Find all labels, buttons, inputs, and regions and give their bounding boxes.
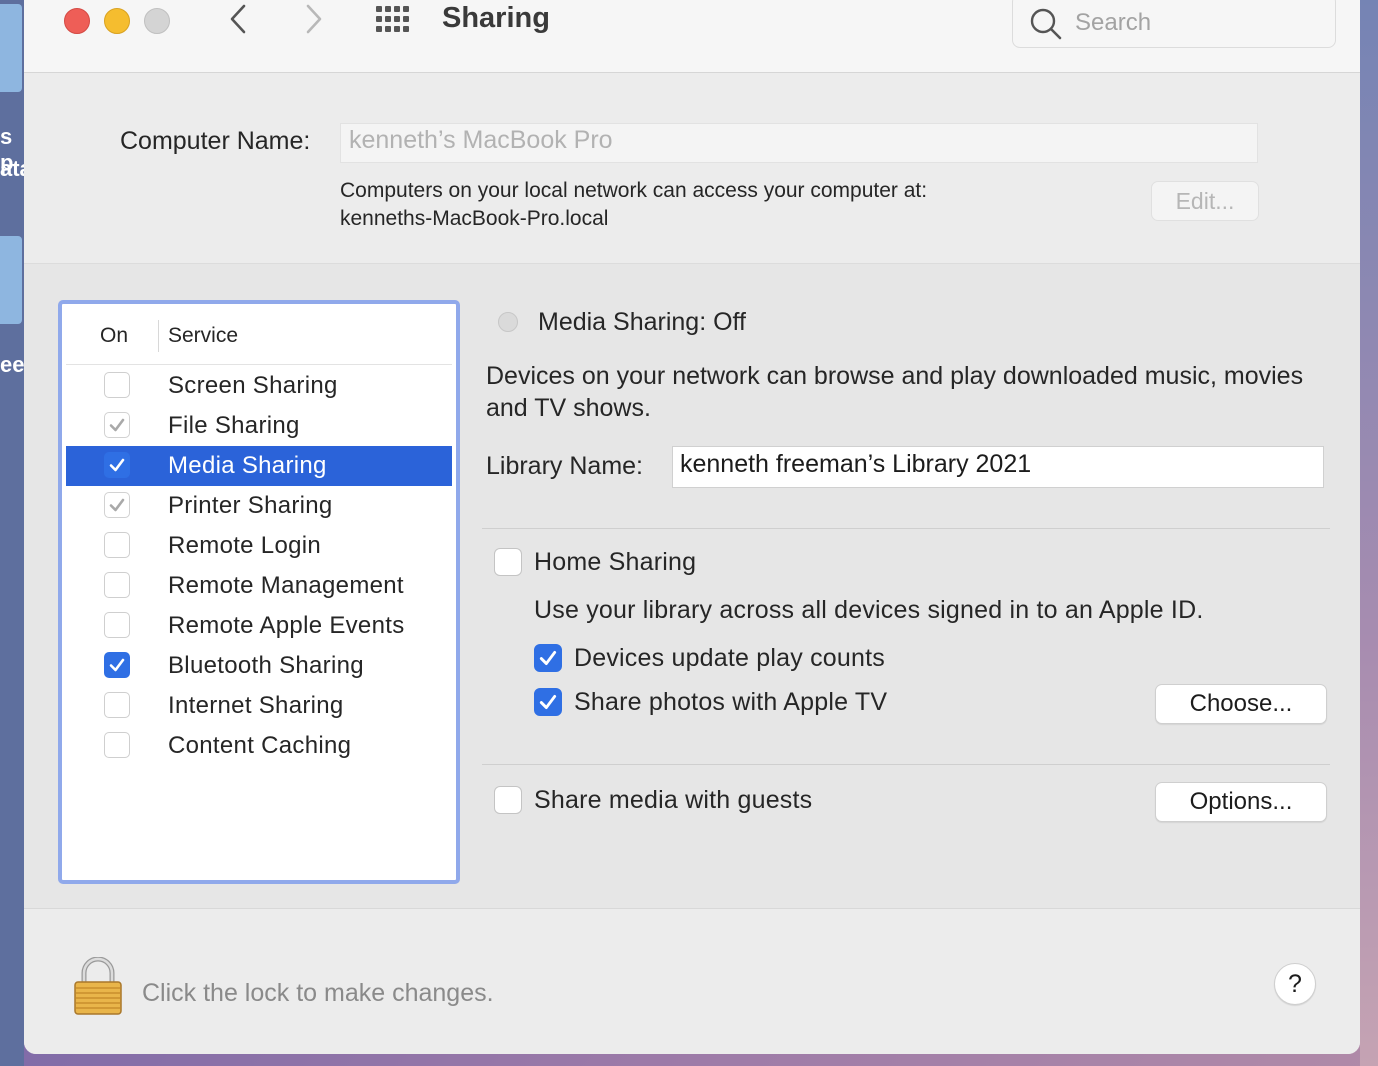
service-row[interactable]: Remote Management (66, 566, 452, 606)
checkmark-icon (539, 695, 557, 709)
chevron-right-icon (306, 4, 322, 34)
lock-message: Click the lock to make changes. (142, 979, 494, 1007)
options-button[interactable]: Options... (1155, 782, 1327, 822)
service-row[interactable]: Printer Sharing (66, 486, 452, 526)
service-list-header: On Service (66, 308, 452, 365)
search-placeholder: Search (1075, 9, 1152, 36)
desktop-icon[interactable] (0, 236, 22, 324)
lock-icon (74, 956, 122, 1015)
service-checkbox[interactable] (104, 452, 130, 478)
home-sharing-label: Home Sharing (534, 548, 697, 576)
back-button[interactable] (220, 0, 256, 40)
service-row[interactable]: Bluetooth Sharing (66, 646, 452, 686)
service-label: Media Sharing (168, 452, 327, 479)
computer-name-field[interactable]: kenneth’s MacBook Pro (340, 123, 1258, 163)
service-checkbox[interactable] (104, 732, 130, 758)
desktop-icon[interactable] (0, 4, 22, 92)
service-row[interactable]: Media Sharing (66, 446, 452, 486)
home-sharing-checkbox[interactable] (494, 548, 522, 576)
service-row[interactable]: File Sharing (66, 406, 452, 446)
edit-button[interactable]: Edit... (1151, 181, 1259, 221)
choose-button[interactable]: Choose... (1155, 684, 1327, 724)
service-checkbox[interactable] (104, 412, 130, 438)
computer-name-label: Computer Name: (120, 127, 311, 155)
service-checkbox[interactable] (104, 692, 130, 718)
forward-button[interactable] (296, 0, 332, 40)
service-label: Internet Sharing (168, 692, 344, 719)
play-counts-label: Devices update play counts (574, 644, 885, 672)
divider (482, 528, 1330, 529)
address-note-line: Computers on your local network can acce… (340, 179, 928, 202)
search-icon (1030, 8, 1062, 40)
zoom-button[interactable] (144, 8, 170, 34)
service-label: Remote Management (168, 572, 404, 599)
share-guests-label: Share media with guests (534, 786, 813, 814)
chevron-left-icon (230, 4, 246, 34)
checkmark-icon (109, 418, 125, 432)
show-all-button[interactable] (374, 4, 414, 36)
service-list-content: On Service Screen Sharing File Sharing Med… (66, 308, 452, 876)
minimize-button[interactable] (104, 8, 130, 34)
play-counts-checkbox[interactable] (534, 644, 562, 672)
service-list[interactable]: On Service Screen Sharing File Sharing Med… (58, 300, 460, 884)
service-label: Remote Login (168, 532, 322, 559)
service-row[interactable]: Content Caching (66, 726, 452, 766)
service-checkbox[interactable] (104, 612, 130, 638)
checkmark-icon (109, 498, 125, 512)
home-sharing-description: Use your library across all devices sign… (534, 596, 1204, 624)
library-name-field[interactable]: kenneth freeman’s Library 2021 (672, 446, 1324, 488)
service-row[interactable]: Screen Sharing (66, 366, 452, 406)
service-label: Printer Sharing (168, 492, 333, 519)
service-label: Bluetooth Sharing (168, 652, 364, 679)
service-row[interactable]: Internet Sharing (66, 686, 452, 726)
desktop-right-strip (1360, 0, 1378, 1066)
column-separator (158, 320, 159, 352)
sharing-main-panel: On Service Screen Sharing File Sharing Med… (24, 264, 1360, 909)
service-label: File Sharing (168, 412, 300, 439)
checkmark-icon (109, 658, 125, 672)
service-checkbox[interactable] (104, 492, 130, 518)
service-checkbox[interactable] (104, 572, 130, 598)
service-checkbox[interactable] (104, 652, 130, 678)
local-hostname: kenneths-MacBook-Pro.local (340, 207, 609, 230)
search-field[interactable]: Search (1012, 0, 1336, 48)
computer-address-note: Computers on your local network can acce… (340, 177, 927, 233)
checkmark-icon (539, 651, 557, 665)
service-checkbox[interactable] (104, 372, 130, 398)
status-indicator (498, 312, 518, 332)
window-title: Sharing (442, 2, 550, 34)
library-name-label: Library Name: (486, 452, 643, 480)
sharing-window: Sharing Search Computer Name: kenneth’s … (24, 0, 1360, 1054)
computer-name-section: Computer Name: kenneth’s MacBook Pro Com… (24, 73, 1360, 264)
service-row[interactable]: Remote Apple Events (66, 606, 452, 646)
share-guests-checkbox[interactable] (494, 786, 522, 814)
service-label: Content Caching (168, 732, 352, 759)
desktop-left-strip: s p ata ee (0, 0, 32, 1066)
desktop-label: ee (0, 352, 25, 377)
close-button[interactable] (64, 8, 90, 34)
service-row[interactable]: Remote Login (66, 526, 452, 566)
grid-icon (376, 6, 409, 32)
share-photos-checkbox[interactable] (534, 688, 562, 716)
media-sharing-status: Media Sharing: Off (538, 308, 746, 336)
share-photos-label: Share photos with Apple TV (574, 688, 888, 716)
help-button[interactable]: ? (1274, 963, 1316, 1005)
footer: Click the lock to make changes. ? (24, 909, 1360, 1054)
service-label: Remote Apple Events (168, 612, 405, 639)
service-label: Screen Sharing (168, 372, 338, 399)
column-header-on[interactable]: On (100, 324, 128, 348)
titlebar: Sharing Search (24, 0, 1360, 73)
lock-button[interactable] (72, 956, 124, 1022)
service-checkbox[interactable] (104, 532, 130, 558)
checkmark-icon (109, 458, 125, 472)
column-header-service[interactable]: Service (168, 324, 238, 348)
divider (482, 764, 1330, 765)
media-sharing-description: Devices on your network can browse and p… (486, 362, 1304, 422)
